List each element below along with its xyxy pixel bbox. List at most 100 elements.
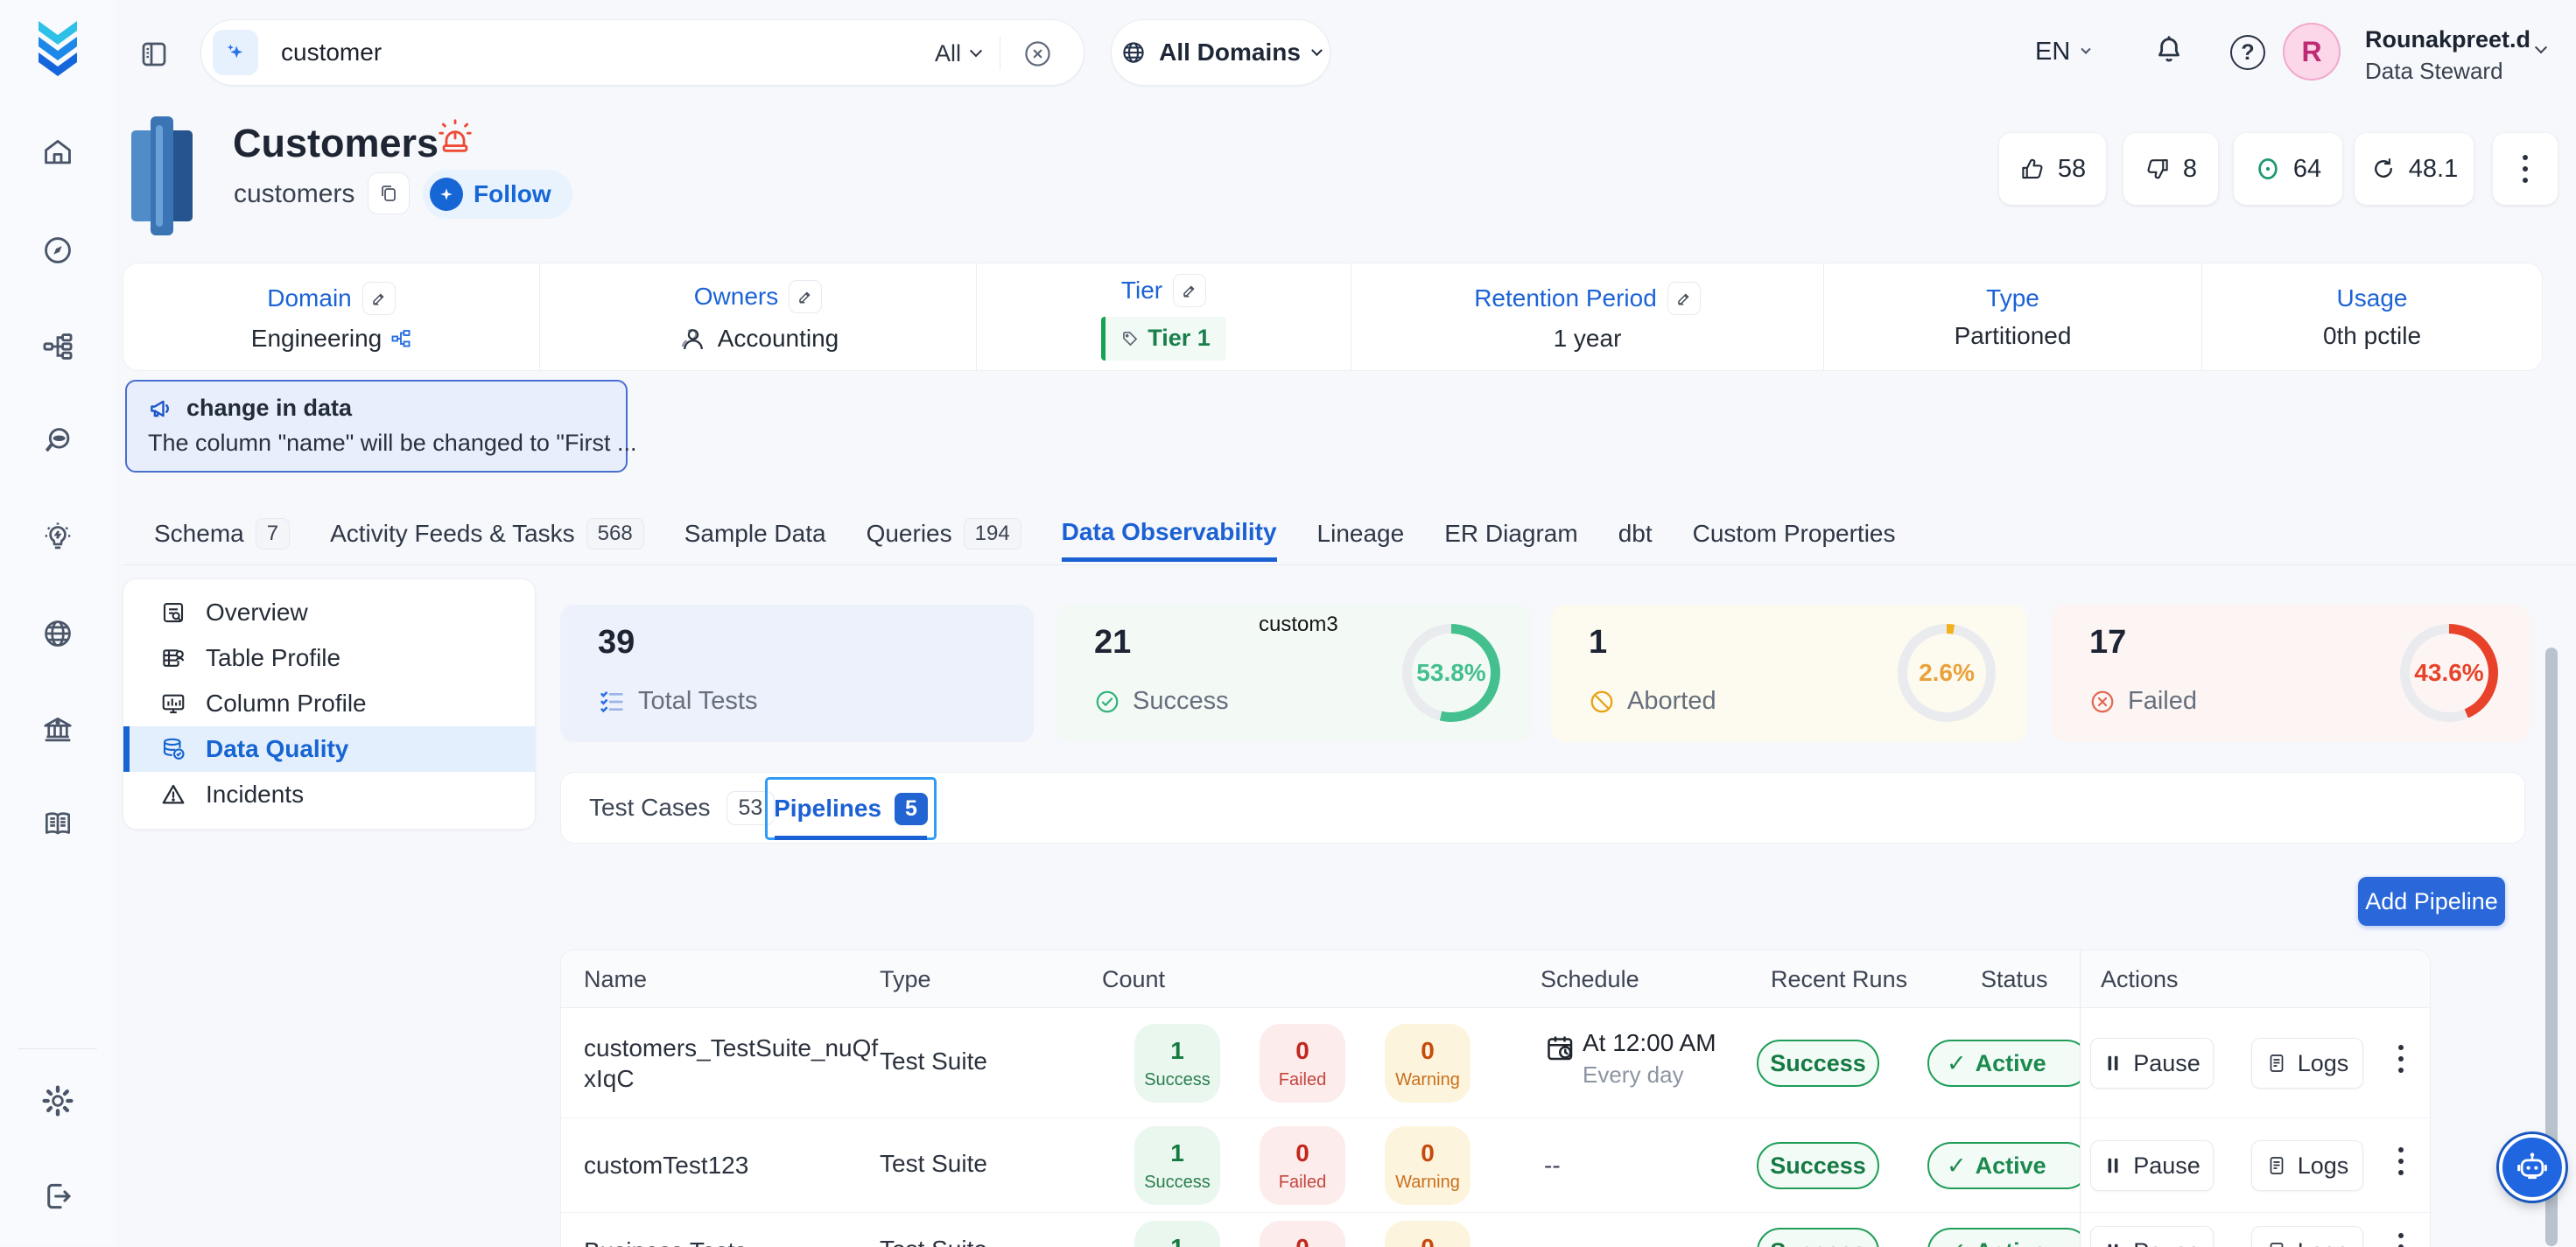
logout-icon[interactable] — [41, 1180, 74, 1213]
tier-badge[interactable]: Tier 1 — [1101, 317, 1226, 361]
logs-button[interactable]: Logs — [2251, 1140, 2363, 1191]
user-avatar[interactable]: R — [2283, 23, 2341, 81]
tab-schema[interactable]: Schema7 — [154, 506, 290, 562]
app-logo[interactable] — [32, 19, 83, 79]
table-row[interactable]: Business Tests Test Suite 1Success 0Fail… — [561, 1213, 2430, 1247]
table-header: Name Type Count Schedule Recent Runs Sta… — [561, 950, 2430, 1008]
ai-sparkles-icon[interactable] — [213, 30, 258, 75]
explore-compass-icon[interactable] — [41, 234, 74, 267]
row-kebab-icon[interactable] — [2397, 1045, 2404, 1073]
tab-test-cases[interactable]: Test Cases 53 — [589, 773, 775, 843]
tab-er-diagram[interactable]: ER Diagram — [1444, 506, 1577, 562]
copy-icon[interactable] — [368, 172, 410, 214]
tab-lineage[interactable]: Lineage — [1317, 506, 1405, 562]
row-kebab-icon[interactable] — [2397, 1147, 2404, 1175]
subnav-column-profile[interactable]: Column Profile — [123, 681, 535, 726]
col-actions: Actions — [2101, 950, 2179, 1008]
owners-value[interactable]: Accounting — [718, 325, 839, 353]
logs-button[interactable]: Logs — [2251, 1038, 2363, 1089]
warning-count-pill: 0Warning — [1385, 1221, 1470, 1247]
clear-search-icon[interactable] — [1023, 39, 1052, 68]
pause-button[interactable]: Pause — [2090, 1038, 2214, 1089]
tab-activity-feeds[interactable]: Activity Feeds & Tasks568 — [330, 506, 644, 562]
domain-value[interactable]: Engineering — [251, 325, 382, 353]
tab-sample-data[interactable]: Sample Data — [684, 506, 826, 562]
subnav-data-quality[interactable]: Data Quality — [123, 726, 535, 772]
refresh-metric-button[interactable]: 48.1 — [2355, 133, 2474, 205]
tab-queries[interactable]: Queries194 — [867, 506, 1021, 562]
thumbs-down-icon — [2144, 156, 2171, 182]
pause-button[interactable]: Pause — [2090, 1140, 2214, 1191]
actions-sticky-cell: Pause Logs — [2080, 1118, 2430, 1212]
pipeline-name[interactable]: customers_TestSuite_nuQfxIqC — [584, 1033, 886, 1094]
pipeline-name[interactable]: customTest123 — [584, 1150, 886, 1180]
glossary-book-icon[interactable] — [41, 807, 74, 840]
col-type: Type — [880, 950, 931, 1008]
governance-bank-icon[interactable] — [41, 713, 74, 746]
views-button[interactable]: 64 — [2234, 133, 2342, 205]
edit-pencil-icon[interactable] — [362, 282, 396, 315]
settings-gear-icon[interactable] — [40, 1083, 75, 1118]
alert-siren-icon[interactable] — [435, 116, 475, 156]
sidebar-toggle-icon[interactable] — [138, 39, 170, 70]
downvote-button[interactable]: 8 — [2123, 133, 2218, 205]
row-kebab-icon[interactable] — [2397, 1233, 2404, 1247]
retention-value: 1 year — [1554, 325, 1622, 353]
failed-count-pill: 0Failed — [1260, 1024, 1345, 1103]
help-icon[interactable]: ? — [2230, 35, 2265, 70]
user-name: Rounakpreet.d — [2365, 26, 2530, 53]
edit-pencil-icon[interactable] — [789, 280, 822, 313]
type-value: Partitioned — [1955, 322, 2072, 350]
metadata-bar: Domain Engineering Owners Accounting Tie… — [123, 263, 2543, 371]
tab-custom-properties[interactable]: Custom Properties — [1693, 506, 1896, 562]
upvote-button[interactable]: 58 — [1999, 133, 2106, 205]
announcement-banner[interactable]: change in data The column "name" will be… — [125, 380, 628, 473]
chatbot-button[interactable] — [2499, 1134, 2565, 1201]
tab-count-badge: 194 — [964, 518, 1021, 550]
usage-label: Usage — [2337, 284, 2408, 312]
home-icon[interactable] — [41, 136, 74, 169]
success-donut: 53.8% — [1402, 624, 1500, 722]
pause-button[interactable]: Pause — [2090, 1226, 2214, 1247]
pipeline-type: Test Suite — [880, 1150, 987, 1178]
subnav-overview[interactable]: Overview — [123, 590, 535, 635]
domains-globe-icon[interactable] — [41, 617, 74, 650]
overview-icon — [160, 599, 186, 626]
metadata-domain: Domain Engineering — [123, 263, 540, 370]
schedule-frequency: Every day — [1583, 1061, 1716, 1089]
kebab-icon — [2522, 155, 2529, 183]
edit-pencil-icon[interactable] — [1667, 282, 1701, 315]
tab-pipelines[interactable]: Pipelines 5 — [765, 777, 937, 840]
recent-run-badge[interactable]: Success — [1757, 1040, 1879, 1087]
logs-button[interactable]: Logs — [2251, 1226, 2363, 1247]
more-actions-button[interactable] — [2493, 133, 2558, 205]
search-scope-select[interactable]: All — [935, 20, 980, 87]
edit-pencil-icon[interactable] — [1173, 274, 1206, 307]
recent-run-badge[interactable]: Success — [1757, 1142, 1879, 1189]
pipeline-name[interactable]: Business Tests — [584, 1236, 886, 1247]
chevron-down-icon — [970, 45, 982, 57]
subnav-incidents[interactable]: Incidents — [123, 772, 535, 817]
table-row[interactable]: customTest123 Test Suite 1Success 0Faile… — [561, 1118, 2430, 1213]
breadcrumb[interactable]: customers — [234, 179, 354, 209]
global-search-bar[interactable]: All — [200, 19, 1084, 86]
type-label: Type — [1986, 284, 2039, 312]
checklist-icon — [598, 688, 626, 716]
user-menu-chevron-icon[interactable] — [2535, 41, 2547, 53]
notifications-bell-icon[interactable] — [2151, 33, 2186, 68]
tab-dbt[interactable]: dbt — [1618, 506, 1653, 562]
subnav-table-profile[interactable]: Table Profile — [123, 635, 535, 681]
all-domains-button[interactable]: All Domains — [1111, 19, 1330, 86]
recent-run-badge[interactable]: Success — [1757, 1228, 1879, 1247]
language-select[interactable]: EN — [2035, 30, 2089, 74]
follow-button[interactable]: Follow — [423, 170, 572, 219]
add-pipeline-button[interactable]: Add Pipeline — [2358, 877, 2505, 926]
user-menu[interactable]: Rounakpreet.d Data Steward — [2365, 26, 2530, 85]
insights-bulb-icon[interactable] — [41, 521, 74, 554]
usage-value: 0th pctile — [2323, 322, 2421, 350]
lineage-flow-icon[interactable] — [41, 330, 74, 363]
tab-data-observability[interactable]: Data Observability — [1062, 506, 1277, 562]
status-badge: ✓Active — [1927, 1142, 2090, 1189]
table-row[interactable]: customers_TestSuite_nuQfxIqC Test Suite … — [561, 1008, 2430, 1118]
observability-icon[interactable] — [41, 424, 74, 458]
